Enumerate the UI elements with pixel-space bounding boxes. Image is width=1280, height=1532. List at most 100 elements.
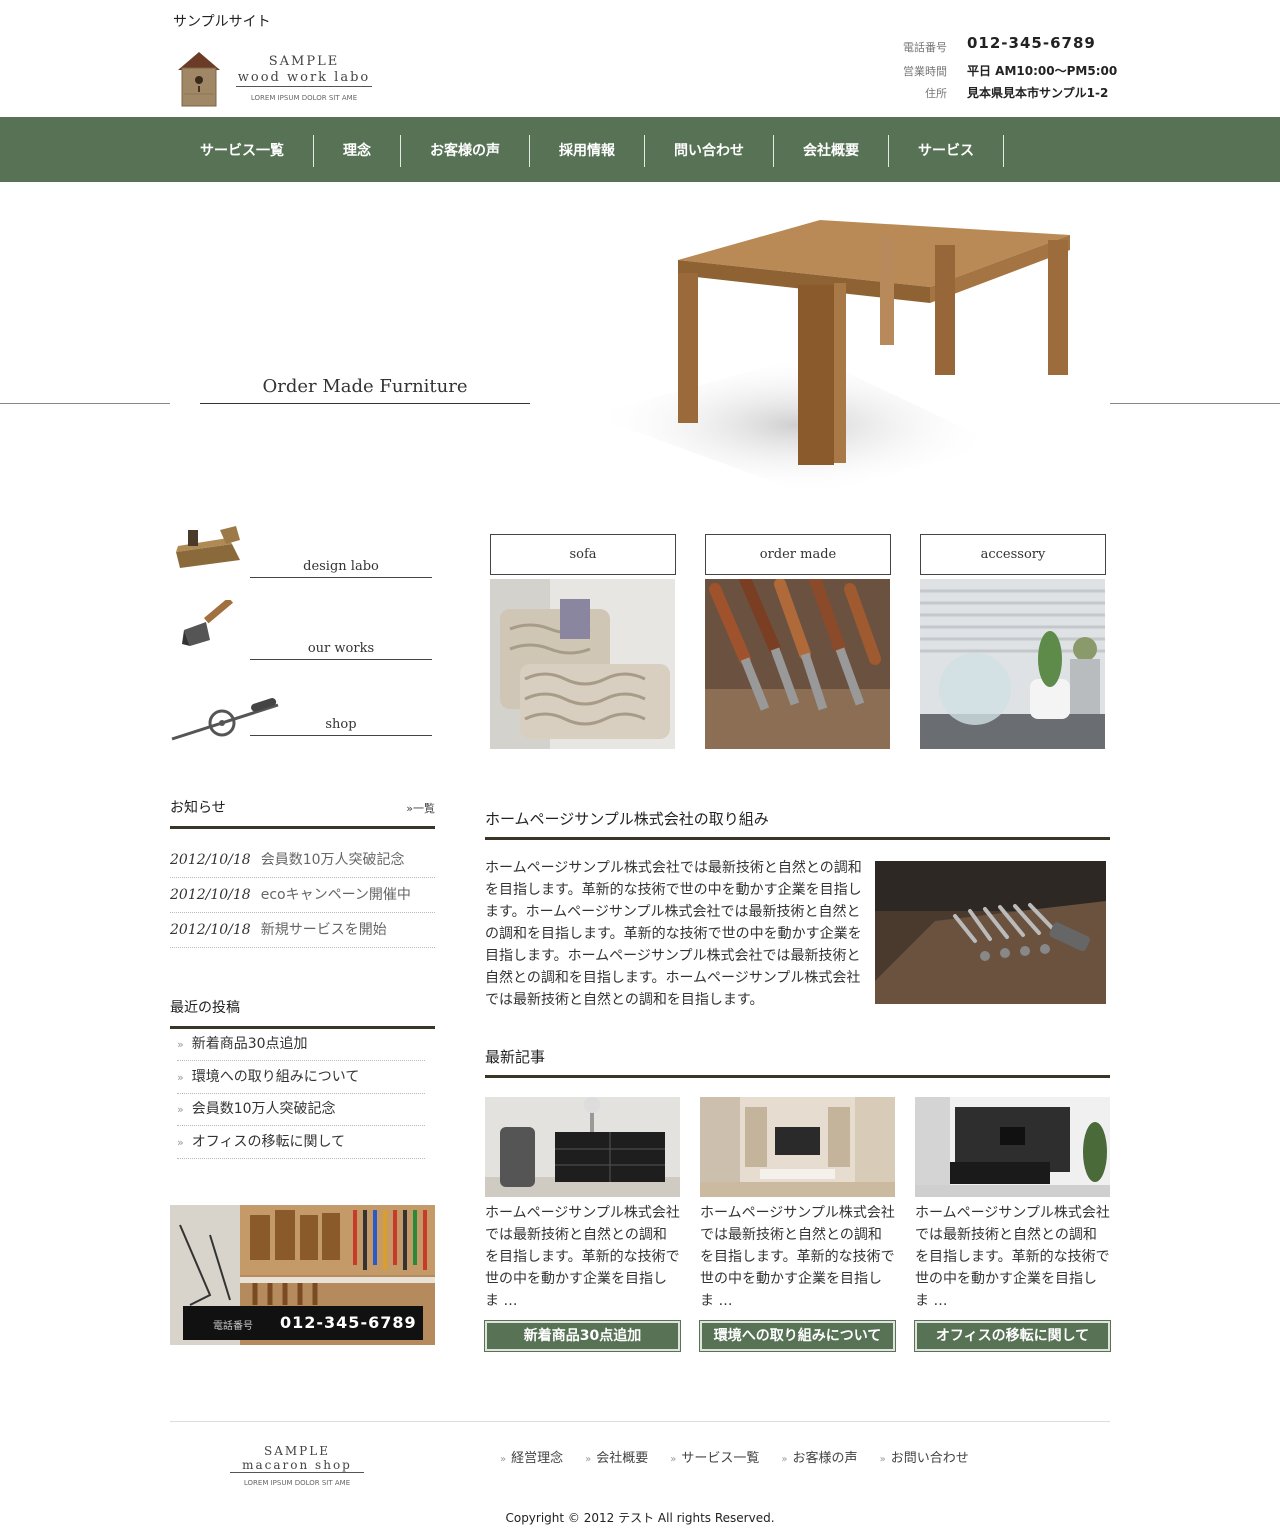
contact-address: 住所 見本県見本市サンプル1-2	[895, 82, 1125, 104]
footer-logo-tagline: LOREM IPSUM DOLOR SIT AME	[243, 1479, 351, 1487]
news-item[interactable]: 2012/10/18 新規サービスを開始	[170, 913, 435, 948]
bullet-icon: »	[177, 1071, 184, 1084]
news-title[interactable]: 会員数10万人突破記念	[261, 852, 405, 868]
news-heading: お知らせ »一覧	[170, 797, 435, 829]
contact-hours: 営業時間 平日 AM10:00～PM5:00	[895, 60, 1125, 82]
news-more-link[interactable]: »一覧	[406, 800, 435, 816]
news-title[interactable]: ecoキャンペーン開催中	[261, 887, 411, 903]
recent-posts-heading: 最近の投稿	[170, 997, 435, 1029]
bullet-icon: »	[585, 1454, 592, 1465]
site-logo[interactable]: SAMPLE wood work labo LOREM IPSUM DOLOR …	[176, 50, 376, 110]
category-accessory[interactable]: accessory	[920, 534, 1106, 749]
news-item[interactable]: 2012/10/18 ecoキャンペーン開催中	[170, 878, 435, 913]
news-item[interactable]: 2012/10/18 会員数10万人突破記念	[170, 843, 435, 878]
bullet-icon: »	[879, 1454, 886, 1465]
category-sofa[interactable]: sofa	[490, 534, 676, 749]
hours-value: 平日 AM10:00～PM5:00	[967, 64, 1118, 78]
banner-phone-box[interactable]: 電話番号 012-345-6789	[183, 1306, 423, 1340]
nav-item-philosophy[interactable]: 理念	[314, 135, 401, 167]
side-link-shop[interactable]: shop	[170, 681, 432, 741]
category-button[interactable]: accessory	[920, 534, 1106, 575]
bullet-icon: »	[177, 1103, 184, 1116]
category-button[interactable]: order made	[705, 534, 891, 575]
chisels-photo	[705, 579, 890, 749]
footer-link-label[interactable]: お客様の声	[793, 1451, 858, 1466]
plants-photo	[920, 579, 1105, 749]
nav-item-contact[interactable]: 問い合わせ	[645, 135, 774, 167]
news-heading-text: お知らせ	[170, 800, 226, 816]
address-value: 見本県見本市サンプル1-2	[967, 86, 1109, 100]
recent-post-title[interactable]: オフィスの移転に関して	[192, 1134, 345, 1150]
bullet-icon: »	[500, 1454, 507, 1465]
contact-phone: 電話番号 012-345-6789	[895, 34, 1125, 58]
news-title[interactable]: 新規サービスを開始	[261, 922, 387, 938]
footer-link-philosophy[interactable]: » 経営理念	[500, 1447, 563, 1466]
recent-post-item[interactable]: » 新着商品30点追加	[177, 1028, 425, 1061]
recent-post-item[interactable]: » 環境への取り組みについて	[177, 1061, 425, 1094]
footer-link-services[interactable]: » サービス一覧	[670, 1447, 759, 1466]
wood-plane-icon	[176, 526, 240, 568]
news-date: 2012/10/18	[170, 887, 251, 903]
site-name[interactable]: サンプルサイト	[173, 11, 271, 31]
banner-phone-label: 電話番号	[213, 1321, 253, 1332]
footer-link-label[interactable]: お問い合わせ	[891, 1451, 969, 1466]
hero-left-rule	[0, 403, 170, 404]
hero-title: Order Made Furniture	[200, 376, 530, 404]
address-label: 住所	[925, 87, 947, 100]
footer-link-label[interactable]: 経営理念	[511, 1451, 563, 1466]
nav-item-services[interactable]: サービス一覧	[170, 135, 314, 167]
article-button[interactable]: オフィスの移転に関して	[914, 1320, 1111, 1352]
category-button[interactable]: sofa	[490, 534, 676, 575]
footer-link-label[interactable]: 会社概要	[596, 1451, 648, 1466]
news-date: 2012/10/18	[170, 852, 251, 868]
side-link-label: design labo	[250, 559, 432, 578]
footer-divider	[170, 1421, 1110, 1422]
footer-link-company[interactable]: » 会社概要	[585, 1447, 648, 1466]
phone-number[interactable]: 012-345-6789	[967, 34, 1096, 52]
article-excerpt: ホームページサンプル株式会社では最新技術と自然との調和を目指します。革新的な技術…	[700, 1205, 895, 1309]
article-card[interactable]: ホームページサンプル株式会社では最新技術と自然との調和を目指します。革新的な技術…	[699, 1097, 896, 1352]
article-card[interactable]: ホームページサンプル株式会社では最新技術と自然との調和を目指します。革新的な技術…	[914, 1097, 1111, 1352]
nav-item-recruit[interactable]: 採用情報	[530, 135, 645, 167]
recent-post-item[interactable]: » オフィスの移転に関して	[177, 1126, 425, 1159]
side-link-design-labo[interactable]: design labo	[170, 518, 432, 578]
articles-heading: 最新記事	[485, 1046, 1110, 1078]
article-button[interactable]: 新着商品30点追加	[484, 1320, 681, 1352]
article-card[interactable]: ホームページサンプル株式会社では最新技術と自然との調和を目指します。革新的な技術…	[484, 1097, 681, 1352]
footer-link-testimonials[interactable]: » お客様の声	[781, 1447, 857, 1466]
recent-posts-heading-text: 最近の投稿	[170, 1000, 240, 1016]
article-button[interactable]: 環境への取り組みについて	[699, 1320, 896, 1352]
living-room-photo	[700, 1097, 895, 1197]
copyright: Copyright © 2012 テスト All rights Reserved…	[505, 1511, 775, 1525]
phone-banner[interactable]: 電話番号 012-345-6789	[170, 1205, 435, 1345]
hammer-icon	[182, 597, 234, 646]
bullet-icon: »	[670, 1454, 677, 1465]
footer-nav: » 経営理念 » 会社概要 » サービス一覧 » お客様の声 » お問い合わせ	[500, 1447, 991, 1466]
side-link-label: shop	[250, 717, 432, 736]
article-excerpt: ホームページサンプル株式会社では最新技術と自然との調和を目指します。革新的な技術…	[485, 1205, 680, 1309]
birdhouse-icon	[178, 52, 220, 107]
category-order-made[interactable]: order made	[705, 534, 891, 749]
about-heading: ホームページサンプル株式会社の取り組み	[485, 808, 1110, 840]
bullet-icon: »	[781, 1454, 788, 1465]
recent-post-title[interactable]: 会員数10万人突破記念	[192, 1101, 336, 1117]
hero-right-rule	[1110, 403, 1280, 404]
nav-item-service[interactable]: サービス	[889, 135, 1004, 167]
nav-item-company[interactable]: 会社概要	[774, 135, 889, 167]
footer-logo[interactable]: SAMPLE macaron shop LOREM IPSUM DOLOR SI…	[230, 1444, 364, 1487]
recent-post-item[interactable]: » 会員数10万人突破記念	[177, 1093, 425, 1126]
hours-label: 営業時間	[903, 65, 947, 78]
side-link-our-works[interactable]: our works	[170, 597, 432, 660]
logo-line-2: wood work labo	[236, 70, 372, 87]
recent-post-title[interactable]: 新着商品30点追加	[192, 1036, 308, 1052]
bullet-icon: »	[177, 1136, 184, 1149]
main-nav: サービス一覧 理念 お客様の声 採用情報 問い合わせ 会社概要 サービス	[0, 117, 1280, 182]
wooden-table-image	[590, 220, 1070, 495]
footer-logo-line-1: SAMPLE	[264, 1444, 330, 1458]
recent-post-title[interactable]: 環境への取り組みについて	[192, 1069, 360, 1085]
footer-link-label[interactable]: サービス一覧	[681, 1451, 759, 1466]
logo-line-1: SAMPLE	[268, 54, 340, 69]
banner-phone-number[interactable]: 012-345-6789	[280, 1313, 417, 1332]
footer-link-contact[interactable]: » お問い合わせ	[880, 1447, 969, 1466]
nav-item-testimonials[interactable]: お客様の声	[401, 135, 530, 167]
